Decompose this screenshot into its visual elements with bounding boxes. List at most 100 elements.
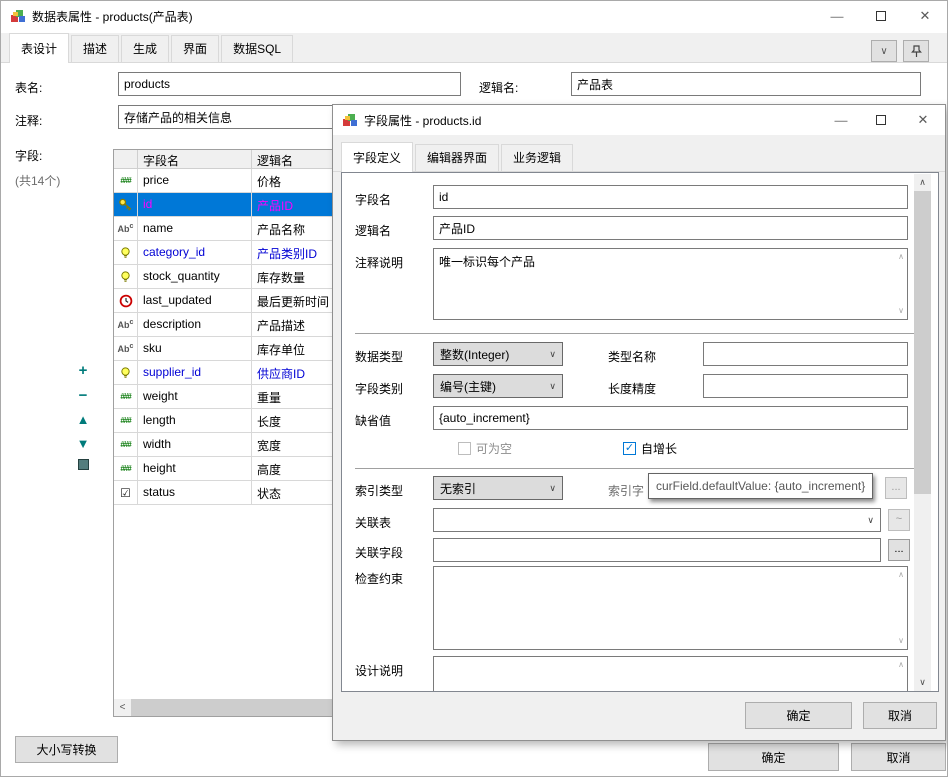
field-tab-bar: 字段定义编辑器界面业务逻辑	[333, 142, 945, 172]
key-icon	[114, 193, 138, 217]
fields-count: (共14个)	[15, 172, 60, 189]
ellipsis-icon: ...	[894, 543, 903, 555]
related-table-select[interactable]: ∨	[433, 508, 881, 532]
logical-name-input[interactable]	[571, 72, 921, 96]
field-tab-1[interactable]: 编辑器界面	[415, 144, 499, 171]
move-down-button[interactable]: ▼	[73, 436, 93, 451]
dialog-cancel-button[interactable]: 取消	[863, 702, 937, 729]
main-tab-0[interactable]: 表设计	[9, 33, 69, 63]
default-value-tooltip: curField.defaultValue: {auto_increment}	[648, 473, 873, 499]
field-category-label: 字段类别	[355, 380, 403, 397]
data-type-value: 整数(Integer)	[440, 346, 509, 363]
vertical-scrollbar[interactable]: ∧ ∨	[914, 174, 931, 691]
minus-icon: −	[79, 387, 88, 404]
related-table-label: 关联表	[355, 514, 391, 531]
close-icon: ✕	[918, 112, 929, 128]
table-name-input[interactable]	[118, 72, 461, 96]
related-field-input[interactable]	[433, 538, 881, 562]
field-name-input[interactable]	[433, 185, 908, 209]
field-name-cell: status	[138, 481, 252, 505]
maximize-icon	[876, 11, 886, 21]
scroll-down-icon[interactable]: ∨	[914, 674, 931, 691]
scroll-down-icon: ∨	[898, 637, 904, 645]
field-logical-name-input[interactable]	[433, 216, 908, 240]
minimize-icon: —	[831, 9, 844, 24]
default-value-input[interactable]	[433, 406, 908, 430]
bulb-icon	[114, 361, 138, 385]
field-comment-label: 注释说明	[355, 254, 403, 271]
field-name-cell: price	[138, 169, 252, 193]
field-name-cell: category_id	[138, 241, 252, 265]
main-cancel-button[interactable]: 取消	[851, 743, 946, 771]
main-tab-4[interactable]: 数据SQL	[221, 35, 293, 62]
field-comment-textarea[interactable]: 唯一标识每个产品 ∧ ∨	[433, 248, 908, 320]
scroll-left-icon[interactable]: <	[114, 699, 131, 716]
main-ok-button[interactable]: 确定	[708, 743, 839, 771]
field-name-cell: supplier_id	[138, 361, 252, 385]
minimize-icon: —	[835, 113, 848, 128]
arrow-down-icon: ▼	[77, 436, 90, 451]
dialog-titlebar: 字段属性 - products.id — ✕	[333, 105, 945, 135]
scroll-up-icon[interactable]: ∧	[914, 174, 931, 191]
main-tab-1[interactable]: 描述	[71, 35, 119, 62]
auto-increment-label: 自增长	[641, 440, 677, 457]
field-category-select[interactable]: 编号(主键) ∨	[433, 374, 563, 398]
design-note-textarea[interactable]: ∧	[433, 656, 908, 692]
index-field-browse-button[interactable]: ...	[885, 477, 907, 499]
dialog-title: 字段属性 - products.id	[364, 112, 821, 129]
type-name-input[interactable]	[703, 342, 908, 366]
checkbox-checked-icon: ✓	[623, 442, 636, 455]
design-note-label: 设计说明	[355, 662, 403, 679]
block-button[interactable]	[73, 459, 93, 470]
dialog-minimize-button[interactable]: —	[821, 105, 861, 135]
nullable-checkbox[interactable]: 可为空	[458, 440, 512, 457]
dialog-ok-button[interactable]: 确定	[745, 702, 852, 729]
dialog-close-button[interactable]: ✕	[901, 105, 945, 135]
number-icon: ###	[114, 433, 138, 457]
data-type-select[interactable]: 整数(Integer) ∨	[433, 342, 563, 366]
close-icon: ✕	[920, 8, 931, 24]
text-icon: Abc	[114, 217, 138, 241]
field-name-cell: sku	[138, 337, 252, 361]
chevron-down-icon: ∨	[549, 349, 556, 360]
maximize-icon	[876, 115, 886, 125]
related-field-browse-button[interactable]: ...	[888, 539, 910, 561]
check-constraint-textarea[interactable]: ∧ ∨	[433, 566, 908, 650]
close-button[interactable]: ✕	[903, 1, 947, 31]
checkbox-icon: ☑	[114, 481, 138, 505]
index-type-select[interactable]: 无索引 ∨	[433, 476, 563, 500]
app-icon	[10, 8, 26, 24]
field-name-cell: last_updated	[138, 289, 252, 313]
length-precision-label: 长度精度	[608, 380, 656, 397]
minimize-button[interactable]: —	[815, 1, 859, 31]
move-up-button[interactable]: ▲	[73, 412, 93, 427]
index-type-value: 无索引	[440, 480, 476, 497]
field-logical-name-label: 逻辑名	[355, 222, 391, 239]
tab-overflow-button[interactable]: ∨	[871, 40, 897, 62]
dialog-maximize-button[interactable]	[861, 105, 901, 135]
main-tab-2[interactable]: 生成	[121, 35, 169, 62]
data-type-label: 数据类型	[355, 348, 403, 365]
scroll-up-icon: ∧	[898, 661, 904, 669]
auto-increment-checkbox[interactable]: ✓ 自增长	[623, 440, 677, 457]
plus-icon: +	[79, 362, 88, 379]
checkbox-unchecked-icon	[458, 442, 471, 455]
remove-field-button[interactable]: −	[73, 387, 93, 404]
length-precision-input[interactable]	[703, 374, 908, 398]
related-table-tilde-button[interactable]: ~	[888, 509, 910, 531]
field-category-value: 编号(主键)	[440, 378, 496, 395]
field-tab-2[interactable]: 业务逻辑	[501, 144, 573, 171]
pin-button[interactable]	[903, 40, 929, 62]
main-tab-3[interactable]: 界面	[171, 35, 219, 62]
vertical-scrollbar-thumb[interactable]	[914, 191, 931, 494]
chevron-down-icon: ∨	[867, 515, 874, 526]
bulb-icon	[114, 265, 138, 289]
case-convert-button[interactable]: 大小写转换	[15, 736, 118, 763]
chevron-down-icon: ∨	[549, 381, 556, 392]
add-field-button[interactable]: +	[73, 362, 93, 379]
field-name-cell: weight	[138, 385, 252, 409]
field-tab-0[interactable]: 字段定义	[341, 142, 413, 172]
clock-icon	[114, 289, 138, 313]
maximize-button[interactable]	[859, 1, 903, 31]
check-constraint-label: 检查约束	[355, 570, 403, 587]
